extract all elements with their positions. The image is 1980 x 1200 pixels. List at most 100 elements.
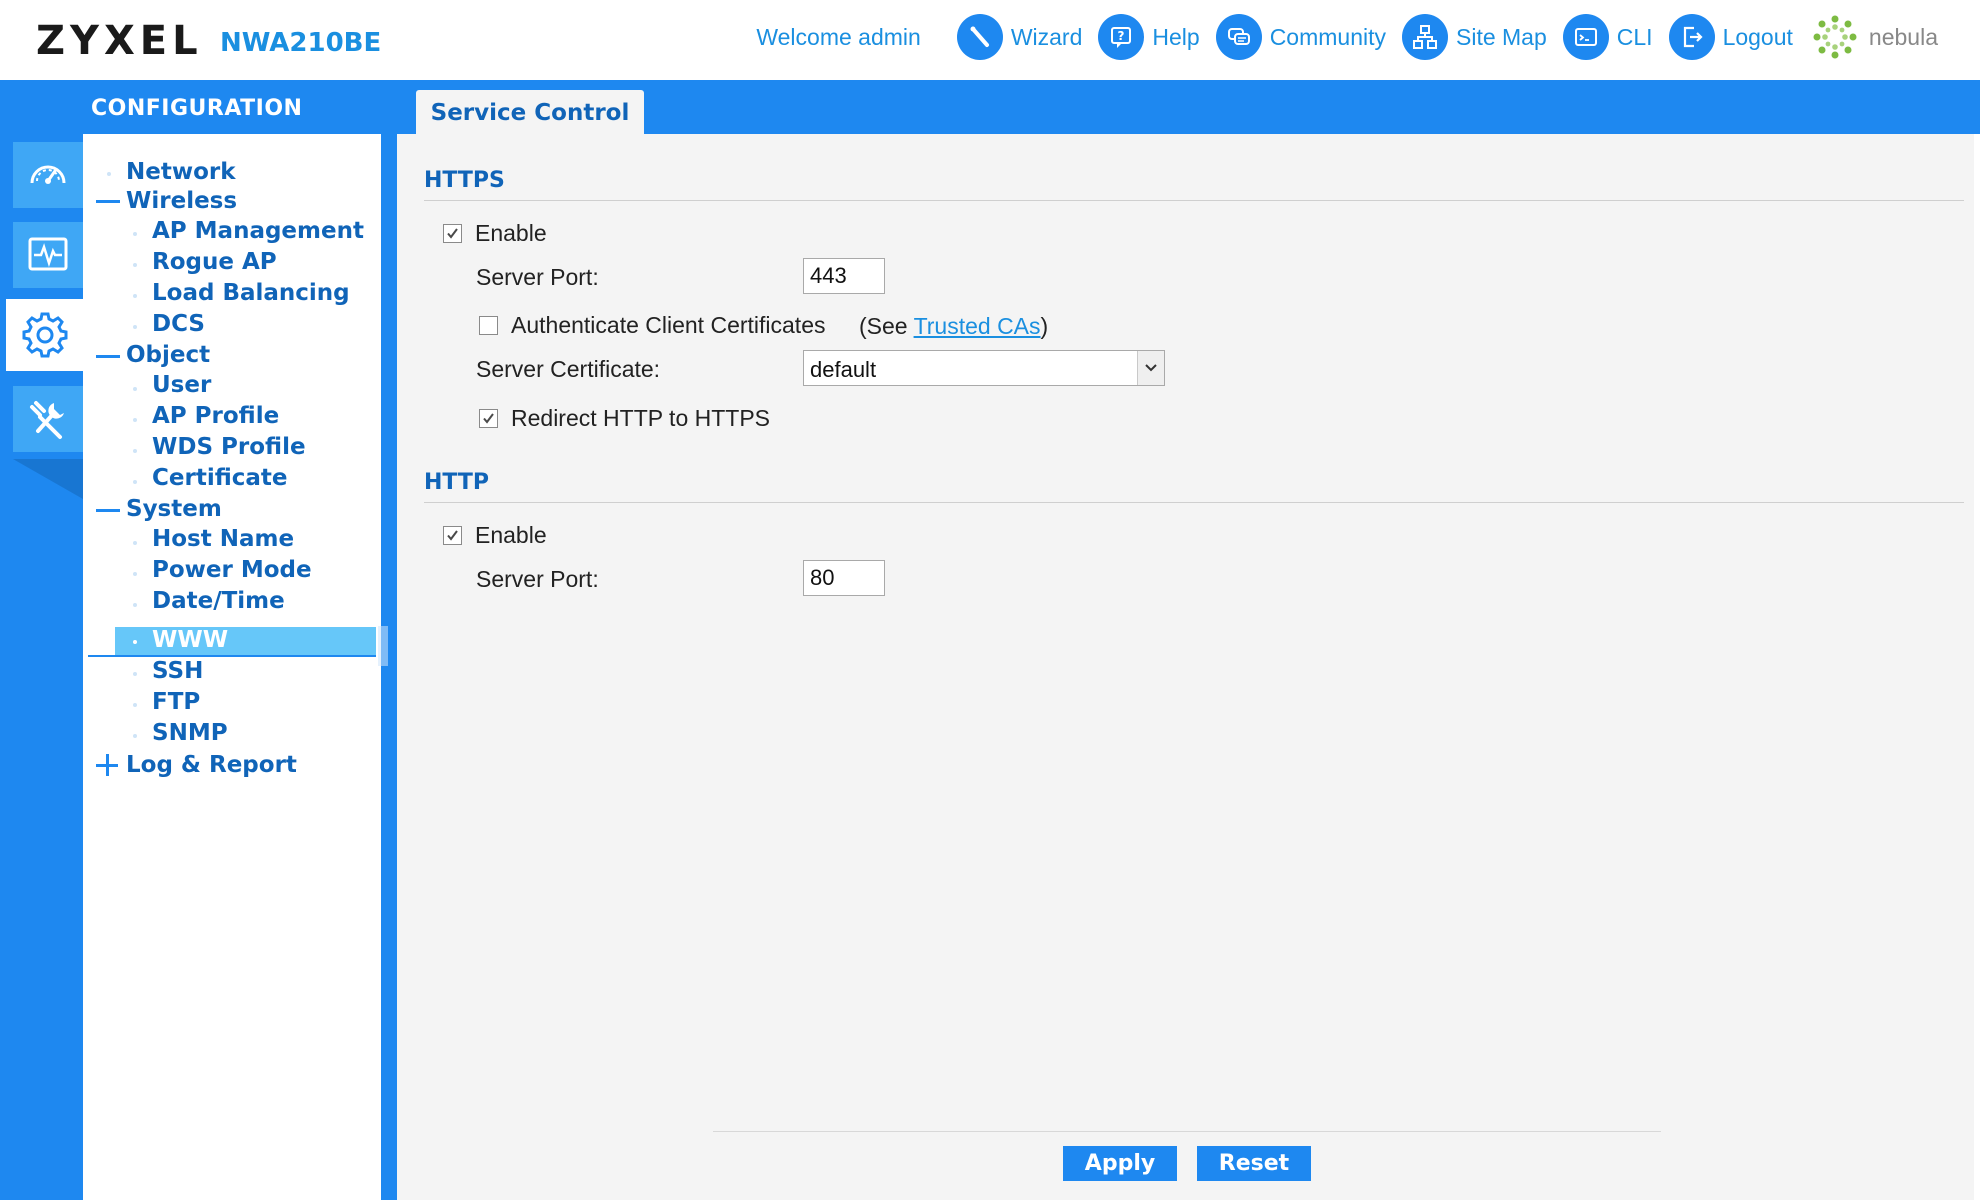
server-certificate-select[interactable]: default (803, 350, 1165, 386)
tree-item-network[interactable]: Network (126, 158, 236, 186)
configuration-title: CONFIGURATION (91, 96, 303, 121)
tree-item-user[interactable]: User (152, 371, 211, 399)
https-server-port-label: Server Port: (476, 264, 599, 290)
community-link[interactable]: Community (1215, 14, 1386, 60)
wizard-label: Wizard (1010, 23, 1083, 50)
tree-item-system[interactable]: System (126, 495, 222, 523)
tree-item-certificate[interactable]: Certificate (152, 464, 288, 492)
redirect-http-label: Redirect HTTP to HTTPS (511, 405, 771, 431)
https-enable-label: Enable (475, 220, 547, 246)
trusted-cas-note: (See Trusted CAs) (859, 313, 1048, 340)
content-right-border (1974, 134, 1980, 1200)
tree-item-object[interactable]: Object (126, 341, 210, 369)
tree-item-dcs[interactable]: DCS (152, 310, 205, 338)
tree-item-snmp[interactable]: SNMP (152, 719, 228, 747)
tree-item-load-balancing[interactable]: Load Balancing (152, 279, 350, 307)
tree-item-wireless[interactable]: Wireless (126, 187, 237, 215)
tree-leaf-dot (133, 703, 137, 707)
http-enable-checkbox[interactable] (443, 526, 462, 545)
tree-leaf-dot (133, 603, 137, 607)
wireless-collapse-icon[interactable] (96, 200, 120, 203)
tree-item-log-report[interactable]: Log & Report (126, 751, 297, 779)
object-collapse-icon[interactable] (96, 355, 120, 358)
tree-leaf-dot (133, 734, 137, 738)
system-collapse-icon[interactable] (96, 509, 120, 512)
tree-leaf-dot (133, 541, 137, 545)
tree-leaf-dot (133, 418, 137, 422)
collapse-handle[interactable] (378, 626, 388, 666)
welcome-text: Welcome admin (756, 23, 921, 50)
tree-leaf-dot (133, 480, 137, 484)
monitor-pulse-icon (28, 237, 68, 271)
check-icon (447, 530, 458, 541)
site-map-link[interactable]: Site Map (1402, 14, 1547, 60)
https-section-title: HTTPS (424, 168, 505, 193)
actions-divider (713, 1131, 1661, 1132)
tree-item-date-time[interactable]: Date/Time (152, 587, 285, 615)
see-suffix: ) (1040, 313, 1049, 339)
tree-leaf-dot (133, 263, 137, 267)
reset-button[interactable]: Reset (1197, 1146, 1311, 1181)
tree-leaf-dot (133, 572, 137, 576)
tab-service-control[interactable]: Service Control (416, 90, 644, 136)
tree-item-ap-profile[interactable]: AP Profile (152, 402, 279, 430)
https-enable-checkbox[interactable] (443, 224, 462, 243)
http-enable-label: Enable (475, 522, 547, 548)
cli-terminal-icon (1562, 14, 1609, 60)
logout-label: Logout (1722, 23, 1793, 50)
wizard-link[interactable]: Wizard (956, 14, 1083, 60)
tree-item-wds-profile[interactable]: WDS Profile (152, 433, 306, 461)
monitor-button[interactable] (13, 222, 83, 288)
help-link[interactable]: ? Help (1098, 14, 1200, 60)
maintenance-button[interactable] (13, 386, 83, 452)
configuration-gear-icon (22, 312, 67, 358)
tree-leaf-dot (133, 294, 137, 298)
nebula-label: nebula (1868, 23, 1938, 50)
check-icon (447, 228, 458, 239)
tree-item-host-name[interactable]: Host Name (152, 525, 294, 553)
auth-client-cert-checkbox[interactable] (479, 316, 498, 335)
tree-item-ftp[interactable]: FTP (152, 688, 200, 716)
cli-link[interactable]: CLI (1562, 14, 1653, 60)
device-model: NWA210BE (220, 28, 382, 58)
redirect-http-checkbox[interactable] (479, 409, 498, 428)
tree-leaf-dot (107, 172, 111, 176)
top-navigation: Welcome admin Wizard ? Help Community Si… (756, 10, 1938, 64)
server-certificate-value: default (810, 357, 877, 382)
trusted-cas-link[interactable]: Trusted CAs (914, 313, 1041, 339)
chevron-down-icon[interactable] (1137, 351, 1164, 385)
wizard-wand-icon (956, 14, 1003, 60)
tree-item-www[interactable]: WWW (152, 626, 228, 654)
tree-item-rogue-ap[interactable]: Rogue AP (152, 248, 277, 276)
nebula-logo-icon (1813, 15, 1857, 59)
configuration-button[interactable] (6, 299, 83, 371)
nebula-link[interactable]: nebula (1809, 11, 1938, 63)
site-map-icon (1402, 14, 1448, 60)
http-server-port-input[interactable] (803, 560, 885, 596)
http-section-title: HTTP (424, 470, 490, 495)
svg-text:?: ? (1118, 29, 1125, 43)
http-section-divider (424, 502, 1964, 503)
zyxel-logo: ZYXEL (36, 18, 203, 64)
site-map-label: Site Map (1456, 23, 1547, 50)
tree-leaf-dot (133, 449, 137, 453)
tree-leaf-dot (133, 387, 137, 391)
community-label: Community (1269, 23, 1386, 50)
auth-client-cert-label: Authenticate Client Certificates (511, 312, 826, 338)
logout-link[interactable]: Logout (1668, 14, 1793, 60)
cli-label: CLI (1616, 23, 1653, 50)
community-chat-icon (1215, 14, 1262, 60)
see-prefix: (See (859, 313, 914, 339)
server-certificate-label: Server Certificate: (476, 356, 661, 382)
dashboard-button[interactable] (13, 142, 83, 208)
tree-item-power-mode[interactable]: Power Mode (152, 556, 312, 584)
https-server-port-input[interactable] (803, 258, 885, 294)
content-panel (397, 134, 1980, 1200)
apply-button[interactable]: Apply (1063, 1146, 1177, 1181)
help-label: Help (1152, 23, 1200, 50)
icon-rail (0, 134, 83, 1200)
tree-item-ssh[interactable]: SSH (152, 657, 203, 685)
tree-item-ap-management[interactable]: AP Management (152, 217, 364, 245)
http-server-port-label: Server Port: (476, 566, 599, 592)
tree-leaf-dot (133, 232, 137, 236)
